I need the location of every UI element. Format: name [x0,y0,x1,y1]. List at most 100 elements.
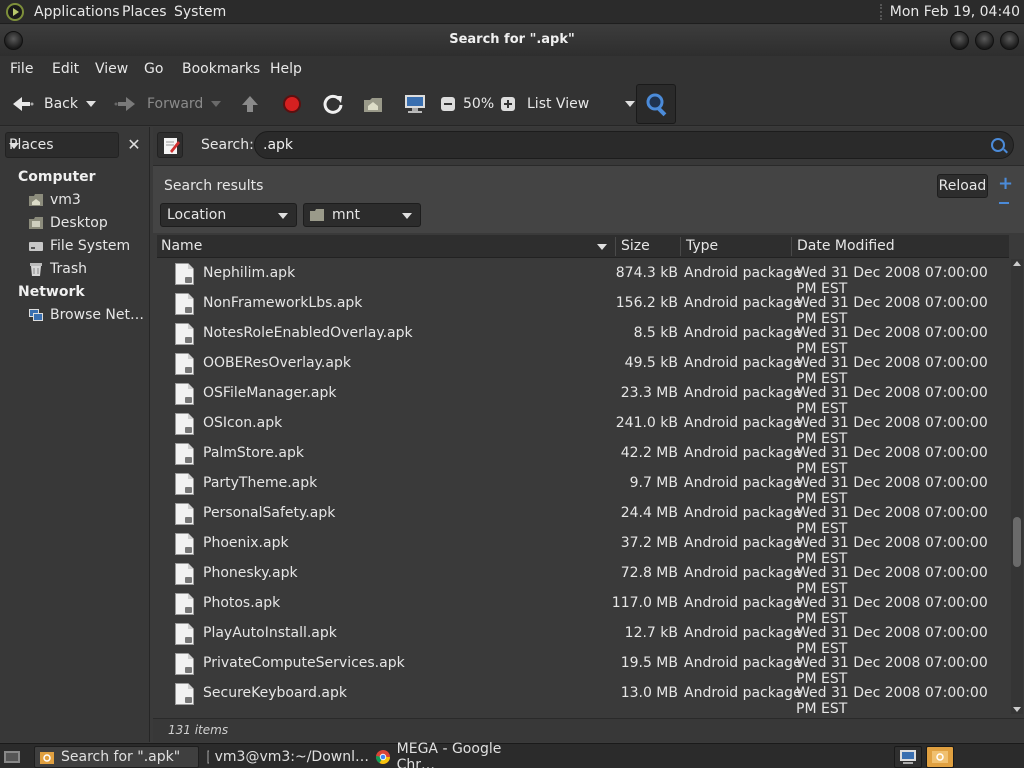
reload-button[interactable]: Reload [937,174,988,198]
zoom-out-button[interactable] [440,92,456,116]
menu-edit[interactable]: Edit [52,61,79,77]
zoom-level[interactable]: 50% [463,92,494,116]
column-separator[interactable] [680,237,681,256]
table-row[interactable]: NonFrameworkLbs.apk 156.2 kB Android packa… [157,289,1009,327]
back-history-dropdown[interactable] [86,92,96,116]
sidebar-item-label: vm3 [50,192,81,208]
criterion-type-value: Location [167,207,227,223]
taskbar-item-file-search[interactable]: Search for ".apk" [34,746,199,768]
file-size: 241.0 kB [615,415,678,431]
sidebar-item-trash[interactable]: Trash [28,259,87,279]
refresh-icon [323,94,343,114]
sidebar-item-vm3[interactable]: vm3 [28,190,81,210]
file-size: 72.8 MB [620,565,678,581]
zoom-in-button[interactable] [500,92,516,116]
file-size: 23.3 MB [620,385,678,401]
distro-logo-icon[interactable] [6,3,24,21]
menu-file[interactable]: File [10,61,33,77]
search-label: Search: [201,137,254,153]
chevron-down-icon [211,101,221,107]
column-name[interactable]: Name [161,238,202,254]
menu-view[interactable]: View [95,61,128,77]
results-title: Search results [164,178,264,194]
tray-workspace-1[interactable] [894,746,922,768]
menu-help[interactable]: Help [270,61,302,77]
file-name: NotesRoleEnabledOverlay.apk [203,325,413,341]
sidebar-item-browse-network[interactable]: Browse Net… [28,305,144,325]
location-select[interactable]: mnt [303,203,421,227]
show-desktop-icon [4,751,20,763]
search-icon[interactable] [991,138,1005,152]
scroll-down-icon[interactable] [1013,707,1021,712]
view-mode-dropdown[interactable]: List View [527,92,636,116]
table-row[interactable]: OSIcon.apk 241.0 kB Android package Wed 31 … [157,409,1009,447]
table-row[interactable]: Phonesky.apk 72.8 MB Android package Wed 31… [157,559,1009,597]
close-window-button[interactable] [1000,31,1019,50]
vertical-scrollbar[interactable] [1011,259,1023,714]
close-sidebar-button[interactable]: ✕ [122,132,146,158]
taskbar-item-label: MEGA - Google Chr… [396,741,502,768]
table-row[interactable]: PlayAutoInstall.apk 12.7 kB Android packag… [157,619,1009,657]
column-size[interactable]: Size [621,238,650,254]
forward-button[interactable]: Forward [114,92,203,116]
file-name: PartyTheme.apk [203,475,318,491]
sort-descending-icon[interactable] [597,244,607,250]
toggle-location-edit-button[interactable] [157,132,183,158]
table-row[interactable]: NotesRoleEnabledOverlay.apk 8.5 kB Android… [157,319,1009,357]
workspace-icon [900,750,916,764]
table-row[interactable]: Phoenix.apk 37.2 MB Android package Wed 31 … [157,529,1009,567]
criterion-type-select[interactable]: Location [160,203,297,227]
scrollbar-thumb[interactable] [1013,517,1021,567]
column-separator[interactable] [791,237,792,256]
search-input[interactable]: .apk [254,131,1014,159]
scroll-up-icon[interactable] [1013,261,1021,266]
search-toggle-button[interactable] [636,84,676,124]
column-type[interactable]: Type [686,238,718,254]
clock[interactable]: Mon Feb 19, 04:40 [879,4,1020,20]
table-row[interactable]: Nephilim.apk 874.3 kB Android package Wed 3… [157,259,1009,297]
apk-file-icon [175,563,194,585]
tray-workspace-2[interactable] [926,746,954,768]
sidebar-mode-selector[interactable]: Places [5,132,119,158]
show-desktop-button[interactable] [2,746,24,768]
column-separator[interactable] [615,237,616,256]
table-row[interactable]: OSFileManager.apk 23.3 MB Android package W… [157,379,1009,417]
table-row[interactable]: PartyTheme.apk 9.7 MB Android package Wed 3… [157,469,1009,507]
file-name: PalmStore.apk [203,445,304,461]
remove-criterion-button[interactable] [999,202,1009,204]
reload-toolbar-button[interactable] [322,92,344,116]
file-type: Android package [684,325,802,341]
menu-bookmarks[interactable]: Bookmarks [182,61,260,77]
location-value: mnt [332,207,360,223]
add-criterion-button[interactable]: + [998,173,1013,194]
menu-go[interactable]: Go [144,61,163,77]
table-row[interactable]: OOBEResOverlay.apk 49.5 kB Android package… [157,349,1009,387]
table-row[interactable]: PalmStore.apk 42.2 MB Android package Wed 3… [157,439,1009,477]
minimize-button[interactable] [950,31,969,50]
computer-button[interactable] [403,92,427,116]
table-row[interactable]: Photos.apk 117.0 MB Android package Wed 31 … [157,589,1009,627]
apk-file-icon [175,293,194,315]
taskbar-item-terminal[interactable]: vm3@vm3:~/Downl… [203,746,369,768]
stop-button[interactable] [282,92,302,116]
up-button[interactable] [240,92,260,116]
column-date-modified[interactable]: Date Modified [797,238,895,254]
file-type: Android package [684,265,802,281]
back-button[interactable]: Back [10,92,78,116]
places-menu[interactable]: Places [122,4,167,20]
forward-history-dropdown[interactable] [211,92,221,116]
window-titlebar[interactable]: Search for ".apk" [0,25,1024,56]
taskbar-item-label: vm3@vm3:~/Downl… [214,749,369,765]
apk-file-icon [175,263,194,285]
sidebar-item-desktop[interactable]: Desktop [28,213,108,233]
table-row[interactable]: SecureKeyboard.apk 13.0 MB Android package… [157,679,1009,714]
table-row[interactable]: PrivateComputeServices.apk 19.5 MB Android… [157,649,1009,687]
maximize-button[interactable] [975,31,994,50]
sidebar-item-file-system[interactable]: File System [28,236,130,256]
applications-menu[interactable]: Applications [34,4,120,20]
taskbar-item-chrome[interactable]: MEGA - Google Chr… [371,741,541,768]
home-button[interactable] [362,92,384,116]
menubar: File Edit View Go Bookmarks Help [0,56,1024,82]
table-row[interactable]: PersonalSafety.apk 24.4 MB Android package… [157,499,1009,537]
system-menu[interactable]: System [174,4,226,20]
